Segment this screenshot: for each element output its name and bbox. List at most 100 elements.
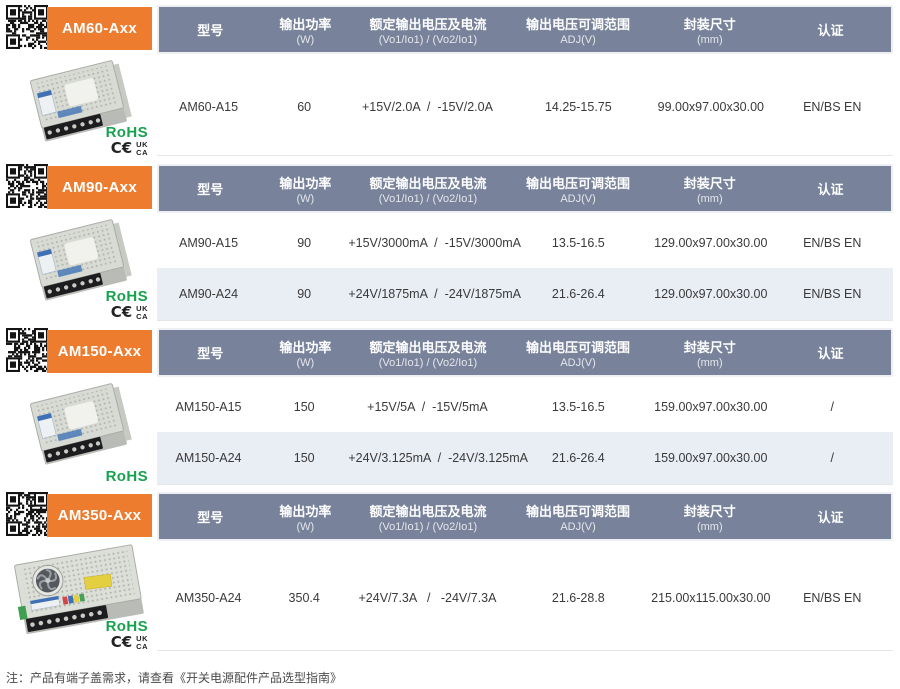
cell-cert: / — [772, 451, 893, 465]
col-header-size: 封装尺寸(mm) — [649, 494, 770, 539]
cell-size: 99.00x97.00x30.00 — [650, 100, 771, 114]
cell-model: AM90-A15 — [157, 236, 260, 250]
cell-adj: 13.5-16.5 — [507, 400, 651, 414]
qr-code — [6, 492, 48, 536]
cell-power: 350.4 — [260, 591, 348, 605]
ce-mark-icon: C€ — [111, 305, 132, 321]
col-header-adj: 输出电压可调范围ADJ(V) — [507, 494, 650, 539]
col-header-voltage: 额定输出电压及电流(Vo1/Io1) / (Vo2/Io1) — [349, 166, 506, 211]
table-row: AM350-A24 350.4 +24V/7.3A / -24V/7.3A 21… — [157, 546, 893, 650]
product-info-panel: AM150-Axx RoHS — [0, 328, 157, 485]
cell-power: 60 — [260, 100, 348, 114]
series-banner: AM350-Axx — [47, 494, 152, 537]
table-header-row: 型号 输出功率(W) 额定输出电压及电流(Vo1/Io1) / (Vo2/Io1… — [157, 492, 893, 541]
certification-logos: RoHS — [106, 469, 148, 485]
cell-adj: 21.6-28.8 — [507, 591, 651, 605]
table-body: AM350-A24 350.4 +24V/7.3A / -24V/7.3A 21… — [157, 546, 893, 651]
rohs-label: RoHS — [106, 619, 148, 635]
ce-mark-icon: C€ — [111, 635, 132, 651]
col-header-power: 输出功率(W) — [261, 330, 349, 375]
col-header-adj: 输出电压可调范围ADJ(V) — [507, 166, 650, 211]
table-header-row: 型号 输出功率(W) 额定输出电压及电流(Vo1/Io1) / (Vo2/Io1… — [157, 164, 893, 213]
qr-code — [6, 5, 48, 49]
table-body: AM150-A15 150 +15V/5A / -15V/5mA 13.5-16… — [157, 382, 893, 485]
spec-table: 型号 输出功率(W) 额定输出电压及电流(Vo1/Io1) / (Vo2/Io1… — [157, 492, 893, 651]
cell-power: 90 — [260, 287, 348, 301]
col-header-voltage: 额定输出电压及电流(Vo1/Io1) / (Vo2/Io1) — [349, 7, 506, 52]
product-section-am150: AM150-Axx RoHS 型号 输出功率(W) 额定输出电压及电流(Vo1/… — [0, 328, 900, 485]
table-header-row: 型号 输出功率(W) 额定输出电压及电流(Vo1/Io1) / (Vo2/Io1… — [157, 5, 893, 54]
spec-table: 型号 输出功率(W) 额定输出电压及电流(Vo1/Io1) / (Vo2/Io1… — [157, 328, 893, 485]
cell-cert: EN/BS EN — [772, 100, 893, 114]
cell-adj: 13.5-16.5 — [507, 236, 651, 250]
cell-size: 159.00x97.00x30.00 — [650, 400, 771, 414]
product-info-panel: AM350-Axx RoHS C€ UK CA — [0, 492, 157, 651]
cell-model: AM60-A15 — [157, 100, 260, 114]
table-body: AM90-A15 90 +15V/3000mA / -15V/3000mA 13… — [157, 218, 893, 321]
product-info-panel: AM60-Axx RoHS C€ UK CA — [0, 5, 157, 157]
spec-table: 型号 输出功率(W) 额定输出电压及电流(Vo1/Io1) / (Vo2/Io1… — [157, 5, 893, 157]
col-header-size: 封装尺寸(mm) — [649, 7, 770, 52]
cell-cert: EN/BS EN — [772, 591, 893, 605]
product-section-am350: AM350-Axx RoHS C€ UK CA 型号 输出功率(W) 额定输出电… — [0, 492, 900, 651]
cell-cert: EN/BS EN — [772, 287, 893, 301]
cell-voltage: +24V/1875mA / -24V/1875mA — [348, 287, 506, 301]
product-section-am90: AM90-Axx RoHS C€ UK CA 型号 输出功率(W) 额定输出电压… — [0, 164, 900, 321]
product-photo — [0, 378, 157, 472]
col-header-model: 型号 — [159, 166, 261, 211]
col-header-power: 输出功率(W) — [261, 494, 349, 539]
cell-model: AM150-A24 — [157, 451, 260, 465]
cell-size: 129.00x97.00x30.00 — [650, 236, 771, 250]
table-row: AM60-A15 60 +15V/2.0A / -15V/2.0A 14.25-… — [157, 59, 893, 155]
col-header-power: 输出功率(W) — [261, 166, 349, 211]
product-info-panel: AM90-Axx RoHS C€ UK CA — [0, 164, 157, 321]
certification-logos: RoHS C€ UK CA — [106, 125, 148, 158]
cell-power: 150 — [260, 451, 348, 465]
qr-code — [6, 164, 48, 208]
series-banner: AM60-Axx — [47, 7, 152, 50]
cell-voltage: +24V/3.125mA / -24V/3.125mA — [348, 451, 506, 465]
col-header-power: 输出功率(W) — [261, 7, 349, 52]
col-header-model: 型号 — [159, 7, 261, 52]
series-banner: AM150-Axx — [47, 330, 152, 373]
cell-adj: 14.25-15.75 — [507, 100, 651, 114]
rohs-label: RoHS — [106, 125, 148, 141]
table-row: AM90-A15 90 +15V/3000mA / -15V/3000mA 13… — [157, 218, 893, 268]
product-section-am60: AM60-Axx RoHS C€ UK CA 型号 输出功率(W) 额定输出电压… — [0, 5, 900, 157]
col-header-size: 封装尺寸(mm) — [649, 166, 770, 211]
certification-logos: RoHS C€ UK CA — [106, 619, 148, 652]
cell-cert: / — [772, 400, 893, 414]
cell-power: 90 — [260, 236, 348, 250]
series-banner: AM90-Axx — [47, 166, 152, 209]
col-header-size: 封装尺寸(mm) — [649, 330, 770, 375]
cell-size: 159.00x97.00x30.00 — [650, 451, 771, 465]
ukca-mark-icon: UK CA — [136, 305, 148, 321]
ukca-mark-icon: UK CA — [136, 141, 148, 157]
cell-power: 150 — [260, 400, 348, 414]
col-header-cert: 认证 — [770, 7, 891, 52]
ce-mark-icon: C€ — [111, 141, 132, 157]
table-body: AM60-A15 60 +15V/2.0A / -15V/2.0A 14.25-… — [157, 59, 893, 156]
col-header-model: 型号 — [159, 494, 261, 539]
col-header-model: 型号 — [159, 330, 261, 375]
cell-cert: EN/BS EN — [772, 236, 893, 250]
table-header-row: 型号 输出功率(W) 额定输出电压及电流(Vo1/Io1) / (Vo2/Io1… — [157, 328, 893, 377]
cell-size: 215.00x115.00x30.00 — [650, 591, 771, 605]
table-row: AM150-A24 150 +24V/3.125mA / -24V/3.125m… — [157, 432, 893, 484]
cell-model: AM90-A24 — [157, 287, 260, 301]
cell-size: 129.00x97.00x30.00 — [650, 287, 771, 301]
col-header-cert: 认证 — [770, 166, 891, 211]
col-header-cert: 认证 — [770, 494, 891, 539]
col-header-adj: 输出电压可调范围ADJ(V) — [507, 330, 650, 375]
certification-logos: RoHS C€ UK CA — [106, 289, 148, 322]
cell-model: AM350-A24 — [157, 591, 260, 605]
table-row: AM150-A15 150 +15V/5A / -15V/5mA 13.5-16… — [157, 382, 893, 432]
rohs-label: RoHS — [106, 469, 148, 485]
qr-code — [6, 328, 48, 372]
col-header-cert: 认证 — [770, 330, 891, 375]
col-header-adj: 输出电压可调范围ADJ(V) — [507, 7, 650, 52]
col-header-voltage: 额定输出电压及电流(Vo1/Io1) / (Vo2/Io1) — [349, 494, 506, 539]
rohs-label: RoHS — [106, 289, 148, 305]
spec-table: 型号 输出功率(W) 额定输出电压及电流(Vo1/Io1) / (Vo2/Io1… — [157, 164, 893, 321]
cell-voltage: +15V/3000mA / -15V/3000mA — [348, 236, 506, 250]
